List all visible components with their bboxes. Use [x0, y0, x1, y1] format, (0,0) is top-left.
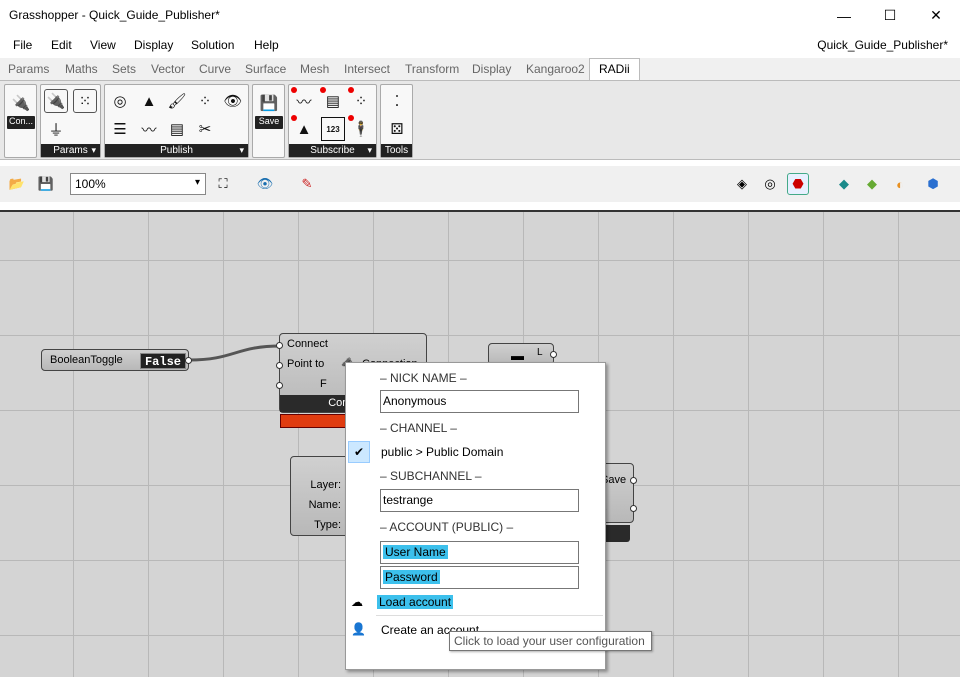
input-point-to: Point to	[287, 358, 325, 370]
password-field[interactable]: Password	[380, 566, 579, 589]
tooltip: Click to load your user configuration	[449, 631, 652, 651]
user-icon: 👤	[351, 622, 366, 636]
username-placeholder: User Name	[383, 545, 448, 559]
load-account-label: Load account	[377, 595, 454, 609]
subchannel-header: – SUBCHANNEL –	[380, 469, 482, 483]
output-port[interactable]	[630, 505, 637, 512]
nick-name-input[interactable]: Anonymous	[380, 390, 579, 413]
input-connect: Connect	[287, 338, 328, 350]
input-type: Type:	[314, 519, 341, 531]
input-layer: Layer:	[310, 479, 341, 491]
menu-separator	[376, 615, 603, 616]
checkmark-icon: ✔	[348, 441, 370, 463]
input-name: Name:	[308, 499, 341, 511]
channel-item[interactable]: public > Public Domain	[381, 445, 503, 459]
wire	[188, 344, 282, 362]
output-port[interactable]	[550, 351, 557, 358]
boolean-toggle[interactable]: BooleanToggle False	[41, 349, 192, 371]
channel-header: – CHANNEL –	[380, 421, 457, 435]
account-header: – ACCOUNT (PUBLIC) –	[380, 520, 514, 534]
subchannel-input[interactable]: testrange	[380, 489, 579, 512]
nick-name-header: – NICK NAME –	[380, 371, 467, 385]
input-port[interactable]	[276, 382, 283, 389]
password-placeholder: Password	[383, 570, 440, 584]
boolean-toggle-label: BooleanToggle	[50, 354, 123, 366]
input-port[interactable]	[276, 342, 283, 349]
username-field[interactable]: User Name	[380, 541, 579, 564]
input-port[interactable]	[276, 362, 283, 369]
boolean-toggle-value[interactable]: False	[140, 353, 186, 369]
output-port[interactable]	[185, 357, 192, 364]
cloud-download-icon: ☁	[351, 595, 363, 609]
output-port[interactable]	[630, 477, 637, 484]
input-f: F	[320, 378, 327, 390]
camera-icon: ▬	[511, 348, 524, 363]
small-component-label: L	[537, 347, 543, 358]
load-account-item[interactable]: Load account	[377, 595, 454, 609]
context-menu: – NICK NAME – Anonymous – CHANNEL – ✔ pu…	[345, 362, 606, 670]
